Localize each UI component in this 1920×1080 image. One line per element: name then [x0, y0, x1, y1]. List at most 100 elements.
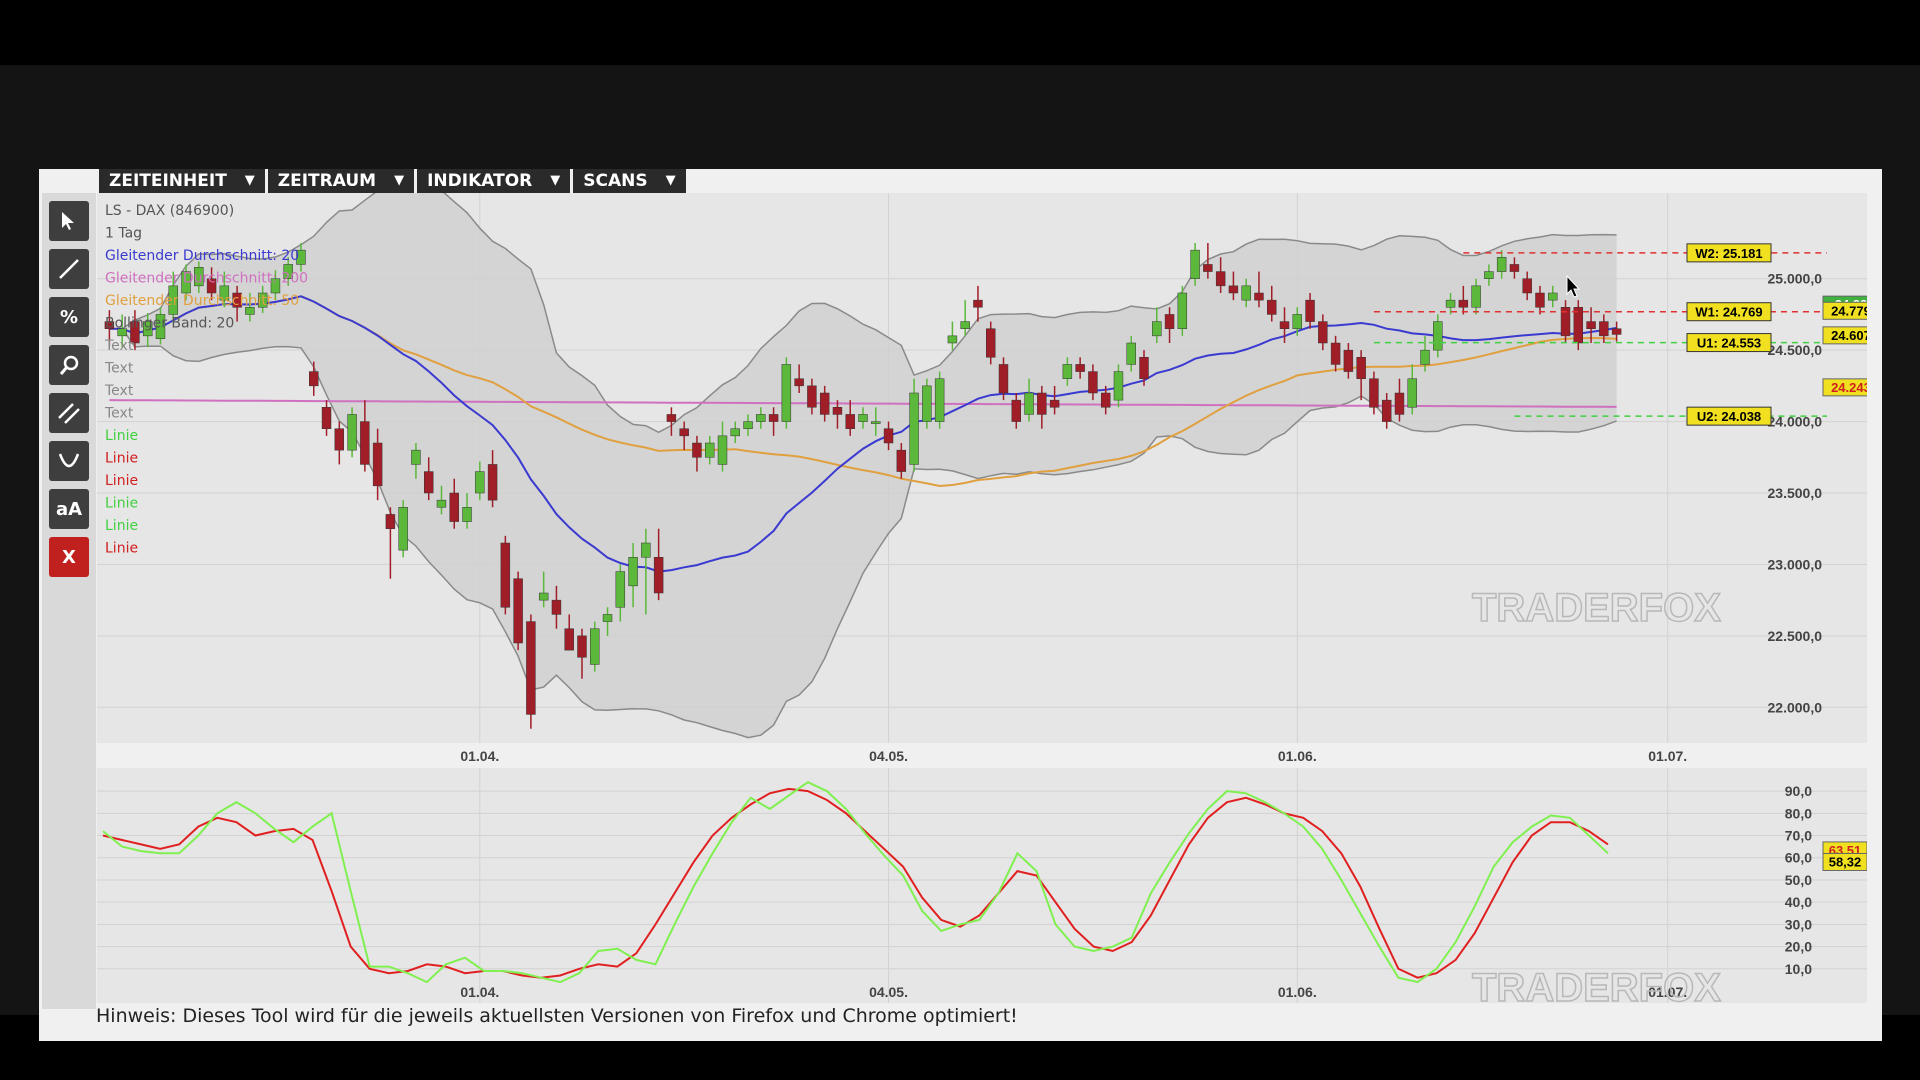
menu-scans[interactable]: SCANS ▼ — [573, 169, 686, 193]
candle-body — [641, 542, 651, 558]
candle-body — [1037, 392, 1047, 415]
candle-body — [1203, 264, 1213, 272]
arc-tool-button[interactable] — [49, 441, 89, 481]
chart-legend-item: Gleitender Durchschnitt: 200 — [105, 271, 308, 287]
candle-body — [781, 364, 792, 422]
candle-body — [934, 378, 945, 422]
menu-label: ZEITRAUM — [277, 171, 377, 191]
candle-body — [1484, 271, 1494, 279]
pointer-tool-button[interactable] — [49, 201, 89, 241]
candle-body — [538, 592, 549, 601]
text-tool-button[interactable]: aA — [49, 489, 89, 529]
price-tag-label: 24.607,33 — [1831, 328, 1867, 343]
candle-body — [1496, 257, 1507, 272]
candle-body — [1330, 342, 1341, 365]
line-tool-button[interactable] — [49, 249, 89, 289]
dropdown-arrow-icon: ▼ — [550, 173, 561, 188]
candle-body — [423, 471, 434, 494]
candle-body — [462, 507, 472, 522]
chart-legend-item: Gleitender Durchschnitt: 50 — [105, 293, 299, 309]
line-icon — [59, 259, 79, 279]
candle-body — [449, 492, 459, 522]
oscillator-axis-label: 70,0 — [1785, 828, 1812, 844]
chart-legend-item: Text — [104, 383, 134, 399]
candle-body — [743, 421, 753, 429]
dropdown-arrow-icon: ▼ — [665, 173, 676, 188]
candle-body — [526, 621, 536, 715]
candle-body — [475, 471, 485, 494]
oscillator-axis-label: 90,0 — [1785, 783, 1812, 799]
candle-body — [1369, 378, 1379, 408]
chart-legend-item: Text — [104, 406, 134, 422]
price-level-label: W2: 25.181 — [1695, 246, 1762, 261]
candle-body — [1049, 399, 1060, 408]
candle-body — [947, 335, 958, 344]
menu-zeiteinheit[interactable]: ZEITEINHEIT ▼ — [99, 169, 265, 193]
candle-body — [1011, 399, 1021, 422]
oscillator-axis-label: 10,0 — [1785, 961, 1812, 977]
candle-body — [1394, 392, 1405, 415]
candle-body — [334, 428, 345, 451]
zoom-icon — [59, 355, 79, 375]
parallel-lines-tool-button[interactable] — [49, 393, 89, 433]
candle-body — [1548, 292, 1558, 301]
candle-body — [1241, 285, 1251, 301]
zoom-tool-button[interactable] — [49, 345, 89, 385]
delete-drawings-button[interactable]: X — [49, 537, 89, 577]
drawing-toolbar: % aA X — [42, 193, 96, 1009]
candle-body — [973, 299, 983, 308]
percent-tool-button[interactable]: % — [49, 297, 89, 337]
candle-body — [500, 542, 511, 608]
text-tool-icon: aA — [55, 498, 83, 520]
candle-body — [1228, 285, 1239, 294]
screen-frame: ZEITEINHEIT ▼ ZEITRAUM ▼ INDIKATOR ▼ SCANS ▼… — [0, 65, 1920, 1041]
candle-body — [986, 328, 996, 358]
candle-body — [347, 414, 357, 451]
parallel-lines-icon — [58, 403, 80, 424]
oscillator-axis-label: 50,0 — [1785, 872, 1812, 888]
candle-body — [360, 421, 370, 465]
candle-body — [615, 571, 626, 608]
candle-body — [896, 449, 907, 472]
candle-body — [1407, 378, 1417, 408]
candle-body — [1586, 321, 1596, 329]
candle-body — [385, 514, 396, 529]
price-axis-label: 22.500,0 — [1768, 628, 1823, 644]
candle-body — [768, 414, 779, 422]
chart-area[interactable]: 25.000,024.500,024.000,023.500,023.000,0… — [97, 193, 1867, 1003]
chart-legend-item: LS - DAX (846900) — [105, 203, 234, 219]
candle-body — [551, 599, 562, 615]
candle-body — [1139, 357, 1149, 379]
menu-indikator[interactable]: INDIKATOR ▼ — [417, 169, 571, 193]
candle-body — [1254, 292, 1264, 301]
candle-body — [679, 428, 689, 437]
candle-body — [807, 385, 817, 408]
candle-body — [1100, 392, 1111, 408]
price-axis-label: 23.000,0 — [1768, 556, 1823, 572]
candle-body — [1062, 364, 1073, 379]
watermark-logo: TRADERFOX — [1472, 586, 1721, 630]
date-axis-label: 01.06. — [1278, 748, 1317, 764]
menu-zeitraum[interactable]: ZEITRAUM ▼ — [267, 169, 415, 193]
candle-body — [832, 407, 843, 415]
candle-body — [1420, 349, 1430, 365]
price-level-label: U1: 24.553 — [1697, 336, 1761, 351]
chart-legend-item: Linie — [105, 518, 138, 534]
price-axis-label: 25.000,0 — [1768, 271, 1823, 287]
chart-legend-item: Text — [104, 338, 134, 354]
candle-body — [1088, 371, 1098, 394]
dropdown-arrow-icon: ▼ — [244, 173, 255, 188]
candle-body — [1509, 264, 1520, 272]
candle-body — [1535, 292, 1545, 308]
candle-body — [1356, 357, 1366, 379]
date-axis-label: 01.07. — [1648, 748, 1687, 764]
candle-body — [1215, 271, 1226, 287]
candle-body — [1279, 321, 1290, 329]
candle-body — [1599, 321, 1609, 337]
date-axis-label: 01.04. — [460, 748, 499, 764]
chart-legend-item: Linie — [105, 541, 138, 557]
date-axis-label: 01.06. — [1278, 984, 1317, 1000]
candle-body — [1445, 299, 1456, 308]
oscillator-axis-label: 30,0 — [1785, 916, 1812, 932]
candle-body — [717, 435, 728, 465]
